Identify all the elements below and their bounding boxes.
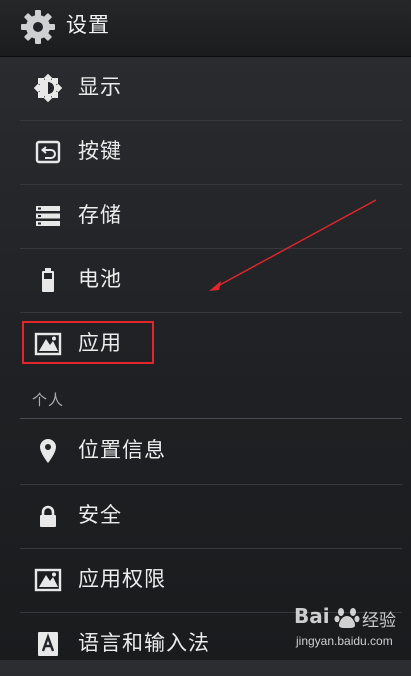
settings-item-label: 显示 [78,75,122,99]
settings-item-label: 应用权限 [78,567,166,591]
settings-item-label: 按键 [78,139,122,163]
brightness-icon [34,74,62,102]
settings-item-security[interactable]: 安全 [20,484,400,548]
language-keyboard-icon [38,632,58,656]
settings-item-storage[interactable]: 存储 [20,184,400,248]
settings-item-label: 电池 [78,267,122,291]
baidu-watermark: Bai 经验 jingyan.baidu.com [294,602,406,656]
watermark-brand-suffix: 经验 [362,611,396,631]
settings-item-label: 位置信息 [78,438,166,462]
action-bar: 设置 [0,0,411,57]
location-pin-icon [40,439,56,463]
storage-icon [36,206,60,226]
section-header-personal: 个人 [32,391,65,409]
watermark-url: jingyan.baidu.com [296,634,393,648]
gear-icon[interactable] [18,7,58,47]
app-permissions-icon [34,568,62,592]
paw-icon [334,608,360,628]
watermark-brand: Bai [294,604,330,628]
settings-item-location[interactable]: 位置信息 [20,419,400,483]
settings-item-display[interactable]: 显示 [20,56,400,120]
settings-item-keys[interactable]: 按键 [20,120,400,184]
settings-item-label: 语言和输入法 [78,631,210,655]
battery-icon [42,268,54,292]
settings-item-battery[interactable]: 电池 [20,248,400,312]
back-key-icon [35,140,61,164]
settings-item-label: 安全 [78,503,122,527]
settings-item-label: 存储 [78,203,122,227]
page-title: 设置 [66,13,110,37]
lock-icon [40,505,56,527]
highlight-box [22,321,154,364]
